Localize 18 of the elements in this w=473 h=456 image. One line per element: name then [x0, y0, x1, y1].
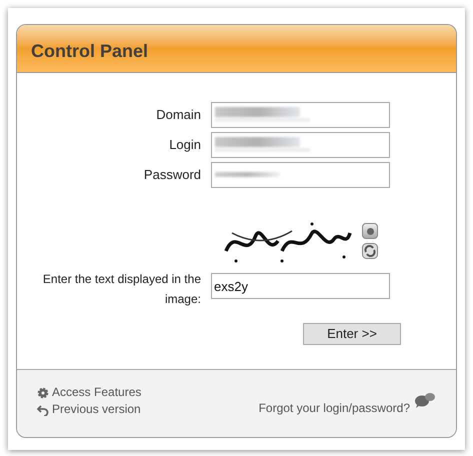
undo-icon: [37, 404, 49, 416]
blurred-value: [215, 172, 280, 177]
forgot-link[interactable]: Forgot your login/password?: [258, 392, 410, 417]
input-field[interactable]: exs2y: [211, 273, 390, 299]
input-field[interactable]: [211, 132, 390, 158]
input-field[interactable]: [211, 162, 390, 188]
field-label: Password: [142, 166, 202, 184]
footer-link[interactable]: Previous version: [37, 401, 142, 418]
enter-button[interactable]: Enter >>: [303, 323, 401, 345]
input-field[interactable]: [211, 102, 390, 128]
gear-icon: [37, 386, 49, 398]
captcha-prompt: Enter the text displayed in the image:: [42, 271, 202, 308]
refresh-icon[interactable]: [362, 243, 378, 259]
field-label: Domain: [155, 106, 202, 124]
speech-bubbles-icon: [414, 392, 436, 408]
footer-link[interactable]: Access Features: [37, 384, 142, 401]
panel-title: Control Panel: [31, 40, 148, 63]
field-label: Login: [168, 136, 202, 154]
